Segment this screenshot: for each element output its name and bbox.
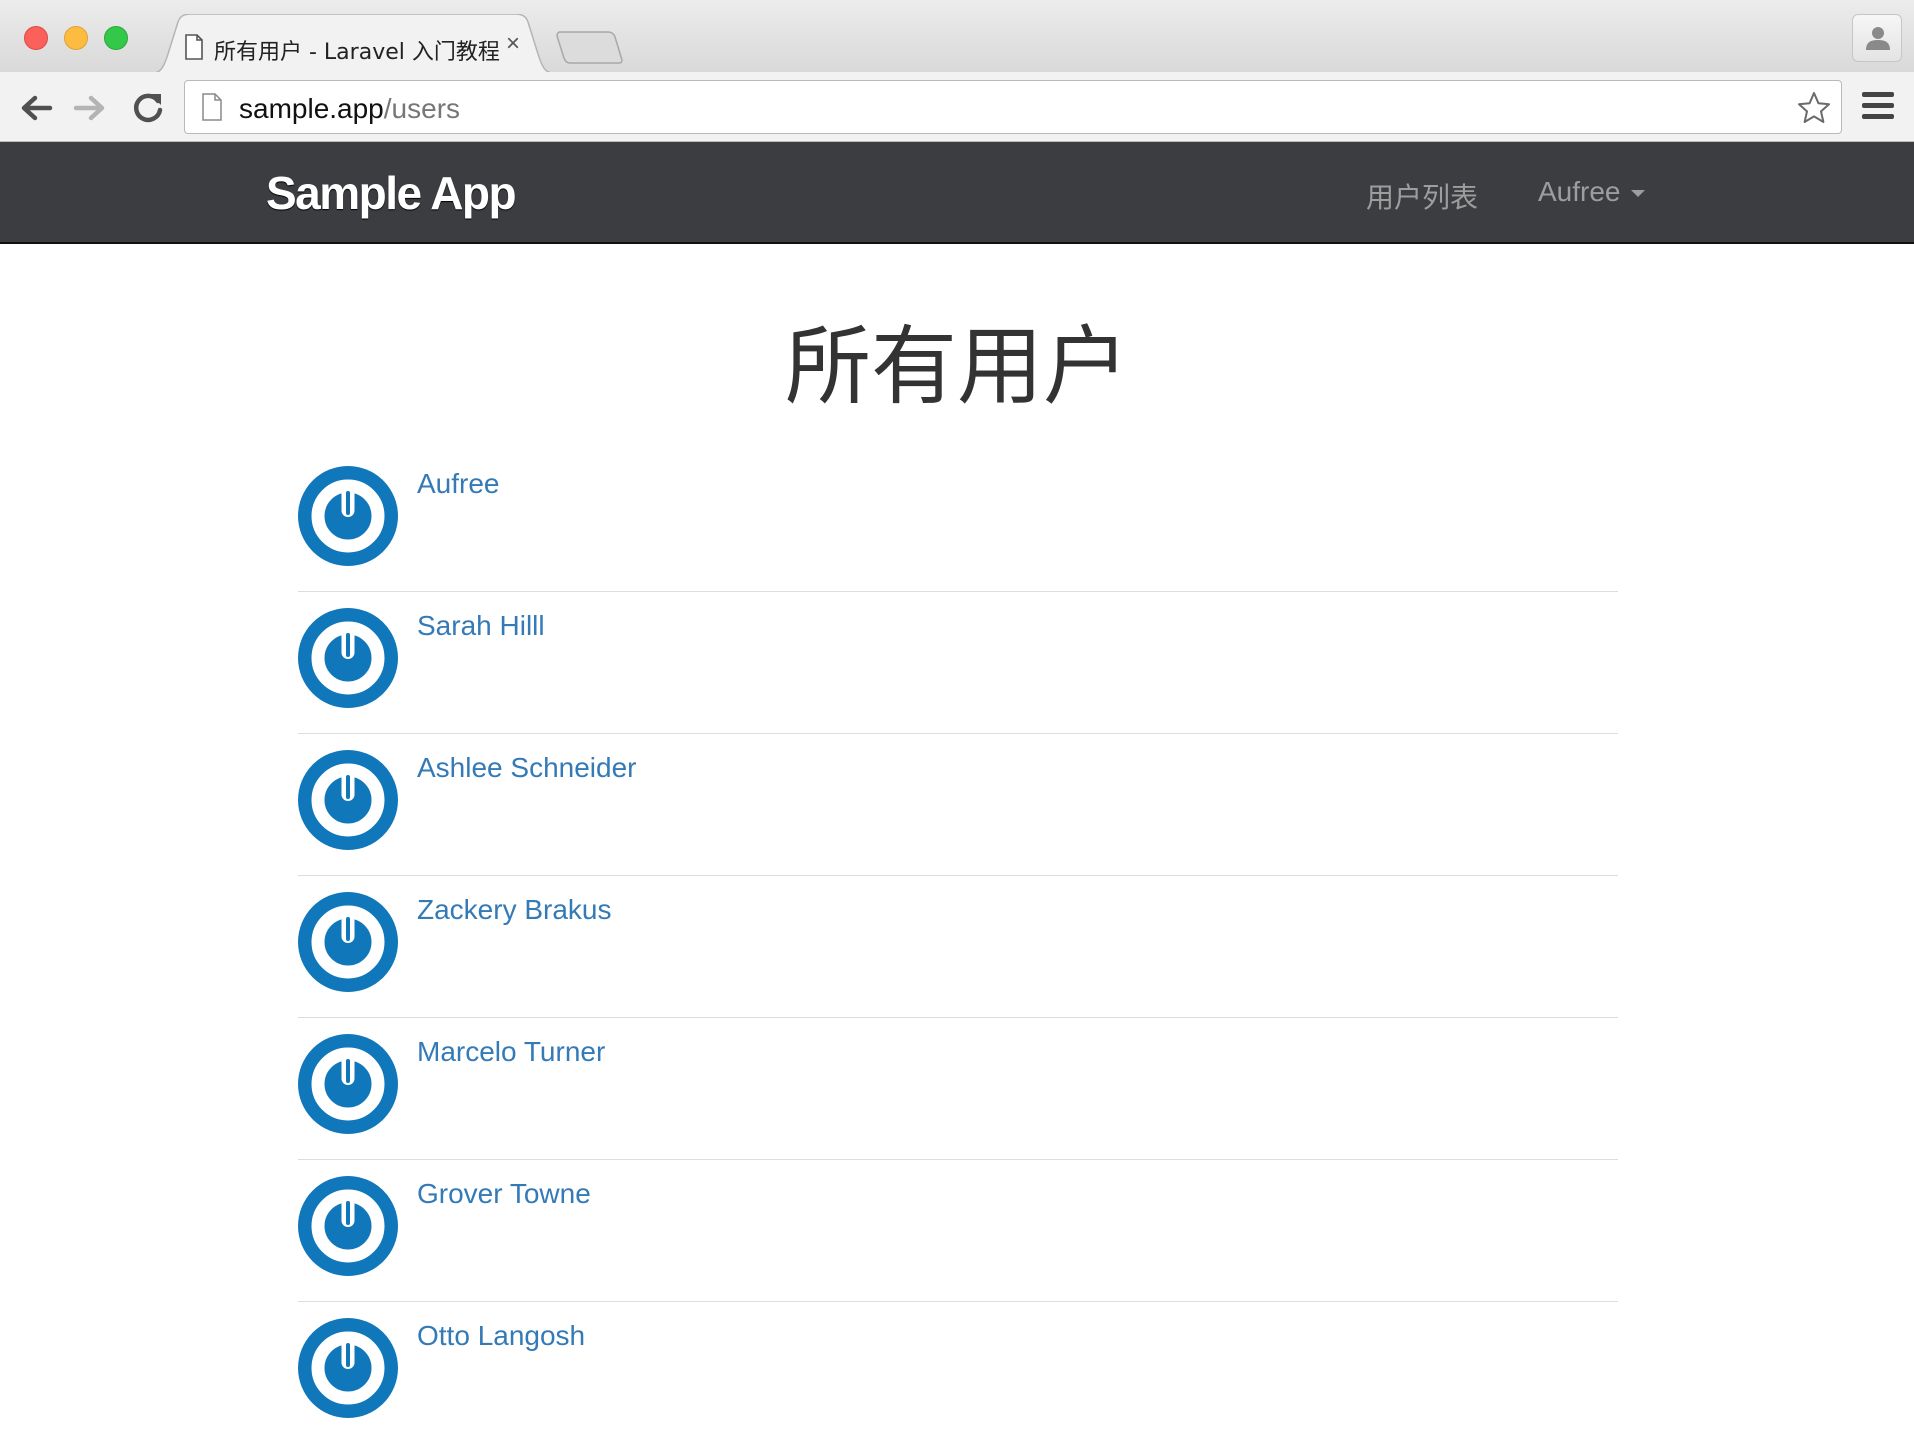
caret-down-icon — [1630, 190, 1645, 198]
forward-arrow-icon[interactable] — [70, 88, 110, 128]
document-icon — [185, 34, 203, 60]
user-name-link[interactable]: Zackery Brakus — [417, 894, 612, 926]
user-list-item: Aufree — [298, 450, 1618, 592]
close-window-button[interactable] — [24, 26, 48, 50]
avatar-icon[interactable] — [298, 750, 398, 850]
user-list: Aufree Sarah Hilll Ashlee Schneider Zack… — [298, 450, 1618, 1444]
user-name-link[interactable]: Otto Langosh — [417, 1320, 585, 1352]
avatar-icon[interactable] — [298, 1034, 398, 1134]
brand-logo-link[interactable]: Sample App — [266, 166, 517, 220]
back-arrow-icon[interactable] — [16, 88, 56, 128]
avatar-icon[interactable] — [298, 466, 398, 566]
address-bar[interactable]: sample.app/users — [184, 80, 1842, 134]
avatar-icon[interactable] — [298, 1318, 398, 1418]
page-icon — [202, 93, 222, 121]
tab-title: 所有用户 - Laravel 入门教程 — [214, 40, 500, 65]
browser-menu-icon[interactable] — [1862, 92, 1894, 124]
user-list-item: Ashlee Schneider — [298, 734, 1618, 876]
user-list-item: Marcelo Turner — [298, 1018, 1618, 1160]
user-list-item: Sarah Hilll — [298, 592, 1618, 734]
bookmark-star-icon[interactable] — [1797, 91, 1831, 125]
new-tab-button[interactable] — [556, 30, 626, 64]
user-list-item: Grover Towne — [298, 1160, 1618, 1302]
app-navbar: Sample App 用户列表 Aufree — [0, 142, 1914, 244]
browser-tab-active[interactable]: 所有用户 - Laravel 入门教程 × — [148, 14, 558, 74]
user-name-link[interactable]: Sarah Hilll — [417, 610, 545, 642]
user-name-link[interactable]: Aufree — [417, 468, 500, 500]
user-list-item: Zackery Brakus — [298, 876, 1618, 1018]
maximize-window-button[interactable] — [104, 26, 128, 50]
profile-button[interactable] — [1852, 14, 1902, 62]
avatar-icon[interactable] — [298, 1176, 398, 1276]
person-icon — [1866, 27, 1890, 50]
url-path: /users — [383, 93, 461, 124]
user-name-link[interactable]: Ashlee Schneider — [417, 752, 636, 784]
avatar-icon[interactable] — [298, 608, 398, 708]
tab-close-icon[interactable]: × — [506, 30, 520, 58]
browser-toolbar: sample.app/users — [0, 72, 1914, 142]
url-host: sample.app — [239, 93, 384, 124]
browser-tabstrip: 所有用户 - Laravel 入门教程 × — [0, 0, 1914, 74]
user-dropdown-toggle[interactable]: Aufree — [1538, 176, 1645, 208]
nav-users-link[interactable]: 用户列表 — [1366, 176, 1478, 216]
page-title: 所有用户 — [785, 317, 1129, 417]
minimize-window-button[interactable] — [64, 26, 88, 50]
current-user-name: Aufree — [1538, 176, 1621, 207]
avatar-icon[interactable] — [298, 892, 398, 992]
user-name-link[interactable]: Marcelo Turner — [417, 1036, 605, 1068]
url-text[interactable]: sample.app/users — [239, 93, 460, 125]
user-name-link[interactable]: Grover Towne — [417, 1178, 591, 1210]
reload-icon[interactable] — [128, 88, 168, 128]
user-list-item: Otto Langosh — [298, 1302, 1618, 1444]
